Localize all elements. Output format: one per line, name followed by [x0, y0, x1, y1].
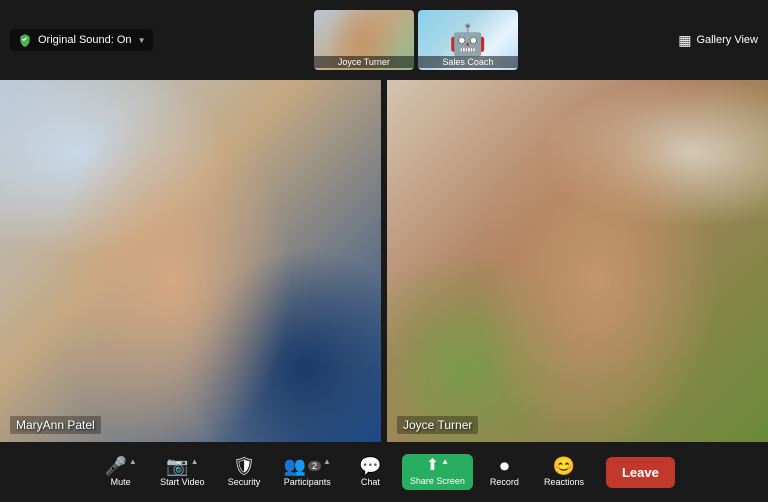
chat-icon: 💬 [359, 457, 381, 475]
shield-icon [18, 33, 32, 47]
main-video-area: MaryAnn Patel Joyce Turner [0, 80, 768, 442]
mute-label: Mute [111, 477, 131, 487]
reactions-button[interactable]: 😊 Reactions [536, 453, 592, 491]
participants-arrow: ▲ [323, 457, 331, 466]
gallery-view-label: Gallery View [696, 34, 758, 46]
thumbnail-joyce[interactable]: Joyce Turner [314, 10, 414, 70]
gallery-view-button[interactable]: ▦ Gallery View [678, 32, 758, 49]
original-sound-button[interactable]: Original Sound: On ▼ [10, 29, 153, 51]
mute-icon: 🎤 [104, 457, 126, 475]
participants-count: 2 [308, 461, 321, 471]
participants-label: Participants [284, 477, 331, 487]
start-video-label: Start Video [160, 477, 204, 487]
record-button[interactable]: ⏺ Record [477, 453, 532, 491]
mute-button[interactable]: 🎤 ▲ Mute [93, 453, 148, 491]
mute-arrow: ▲ [129, 457, 137, 466]
reactions-icon: 😊 [553, 457, 575, 475]
original-sound-label: Original Sound: On [38, 34, 132, 46]
thumb-sales-label: Sales Coach [418, 56, 518, 68]
video-label-joyce: Joyce Turner [397, 416, 478, 434]
leave-button[interactable]: Leave [606, 457, 675, 488]
share-arrow: ▲ [441, 457, 449, 466]
chat-label: Chat [361, 477, 380, 487]
video-panel-right: Joyce Turner [387, 80, 768, 442]
video-label-maryann: MaryAnn Patel [10, 416, 101, 434]
security-icon: 🛡 [233, 457, 256, 475]
security-button[interactable]: 🛡 Security [217, 453, 272, 491]
sales-coach-avatar: 🤖 [449, 23, 486, 58]
chat-button[interactable]: 💬 Chat [343, 453, 398, 491]
thumb-joyce-label: Joyce Turner [314, 56, 414, 68]
share-screen-label: Share Screen [410, 476, 465, 486]
video-panel-left: MaryAnn Patel [0, 80, 381, 442]
thumbnail-sales-coach[interactable]: 🤖 Sales Coach [418, 10, 518, 70]
video-icon: 📷 [166, 457, 188, 475]
share-screen-icon: ⬆ [426, 458, 439, 474]
record-icon: ⏺ [500, 457, 509, 475]
record-label: Record [490, 477, 519, 487]
video-arrow: ▲ [191, 457, 199, 466]
participants-icon: 👥 [284, 457, 306, 475]
thumbnail-list: Joyce Turner 🤖 Sales Coach [314, 10, 518, 70]
start-video-button[interactable]: 📷 ▲ Start Video [152, 453, 212, 491]
grid-icon: ▦ [678, 32, 691, 49]
top-bar: Original Sound: On ▼ Joyce Turner 🤖 Sale… [0, 0, 768, 80]
security-label: Security [228, 477, 261, 487]
share-screen-button[interactable]: ⬆ ▲ Share Screen [402, 454, 473, 490]
dropdown-arrow: ▼ [138, 36, 146, 45]
toolbar: 🎤 ▲ Mute 📷 ▲ Start Video 🛡 Security 👥 2 … [0, 442, 768, 502]
reactions-label: Reactions [544, 477, 584, 487]
video-divider [383, 80, 385, 442]
participants-button[interactable]: 👥 2 ▲ Participants [276, 453, 339, 491]
